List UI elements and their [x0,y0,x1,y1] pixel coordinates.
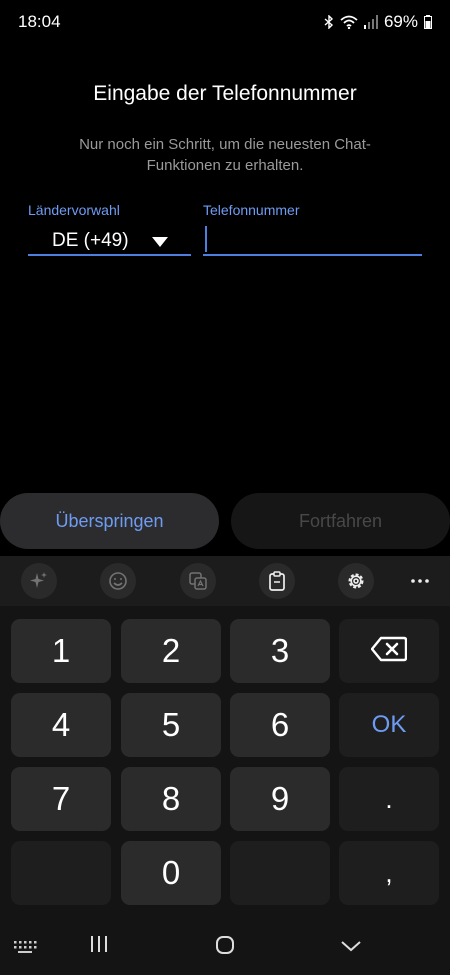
country-code-value: DE (+49) [52,230,129,251]
phone-number-label: Telefonnummer [203,202,300,218]
keyboard-toolbar [0,556,450,606]
settings-icon[interactable] [338,563,374,599]
navigation-bar [0,920,450,975]
key-8[interactable]: 8 [121,767,221,831]
text-cursor [205,226,207,252]
key-6[interactable]: 6 [230,693,330,757]
key-4[interactable]: 4 [11,693,111,757]
backspace-icon [370,632,408,670]
clipboard-icon[interactable] [259,563,295,599]
key-5[interactable]: 5 [121,693,221,757]
wifi-icon [340,15,358,29]
continue-button[interactable]: Fortfahren [231,493,450,549]
recents-icon[interactable] [90,935,108,953]
back-icon[interactable] [340,940,362,952]
emoji-icon[interactable] [100,563,136,599]
keyboard-switch-icon[interactable] [13,940,37,954]
key-2[interactable]: 2 [121,619,221,683]
country-code-select[interactable]: DE (+49) [28,222,191,256]
dropdown-arrow-icon [152,234,168,252]
skip-button[interactable]: Überspringen [0,493,219,549]
status-icons: 69% [324,12,432,32]
empty-key-left [11,841,111,905]
signal-icon [363,15,378,29]
key-1[interactable]: 1 [11,619,111,683]
country-code-label: Ländervorwahl [28,202,120,218]
numeric-keyboard: 1 2 3 4 5 6 OK 7 8 9 . 0 , [0,556,450,975]
key-9[interactable]: 9 [230,767,330,831]
empty-key-right [230,841,330,905]
translate-icon[interactable] [180,563,216,599]
ai-sparkle-icon[interactable] [21,563,57,599]
page-subtitle: Nur noch ein Schritt, um die neuesten Ch… [79,136,371,174]
key-3[interactable]: 3 [230,619,330,683]
phone-number-input[interactable] [203,222,422,256]
battery-percent: 69% [383,12,418,31]
status-bar: 18:04 69% [0,0,450,44]
home-icon[interactable] [215,935,235,955]
period-key[interactable]: . [339,767,439,831]
bluetooth-icon [324,15,334,29]
more-icon[interactable] [402,563,438,599]
backspace-key[interactable] [339,619,439,683]
key-0[interactable]: 0 [121,841,221,905]
ok-key[interactable]: OK [339,693,439,757]
page-title: Eingabe der Telefonnummer [93,82,357,105]
status-time: 18:04 [18,12,61,31]
battery-icon [424,15,432,29]
key-7[interactable]: 7 [11,767,111,831]
comma-key[interactable]: , [339,841,439,905]
